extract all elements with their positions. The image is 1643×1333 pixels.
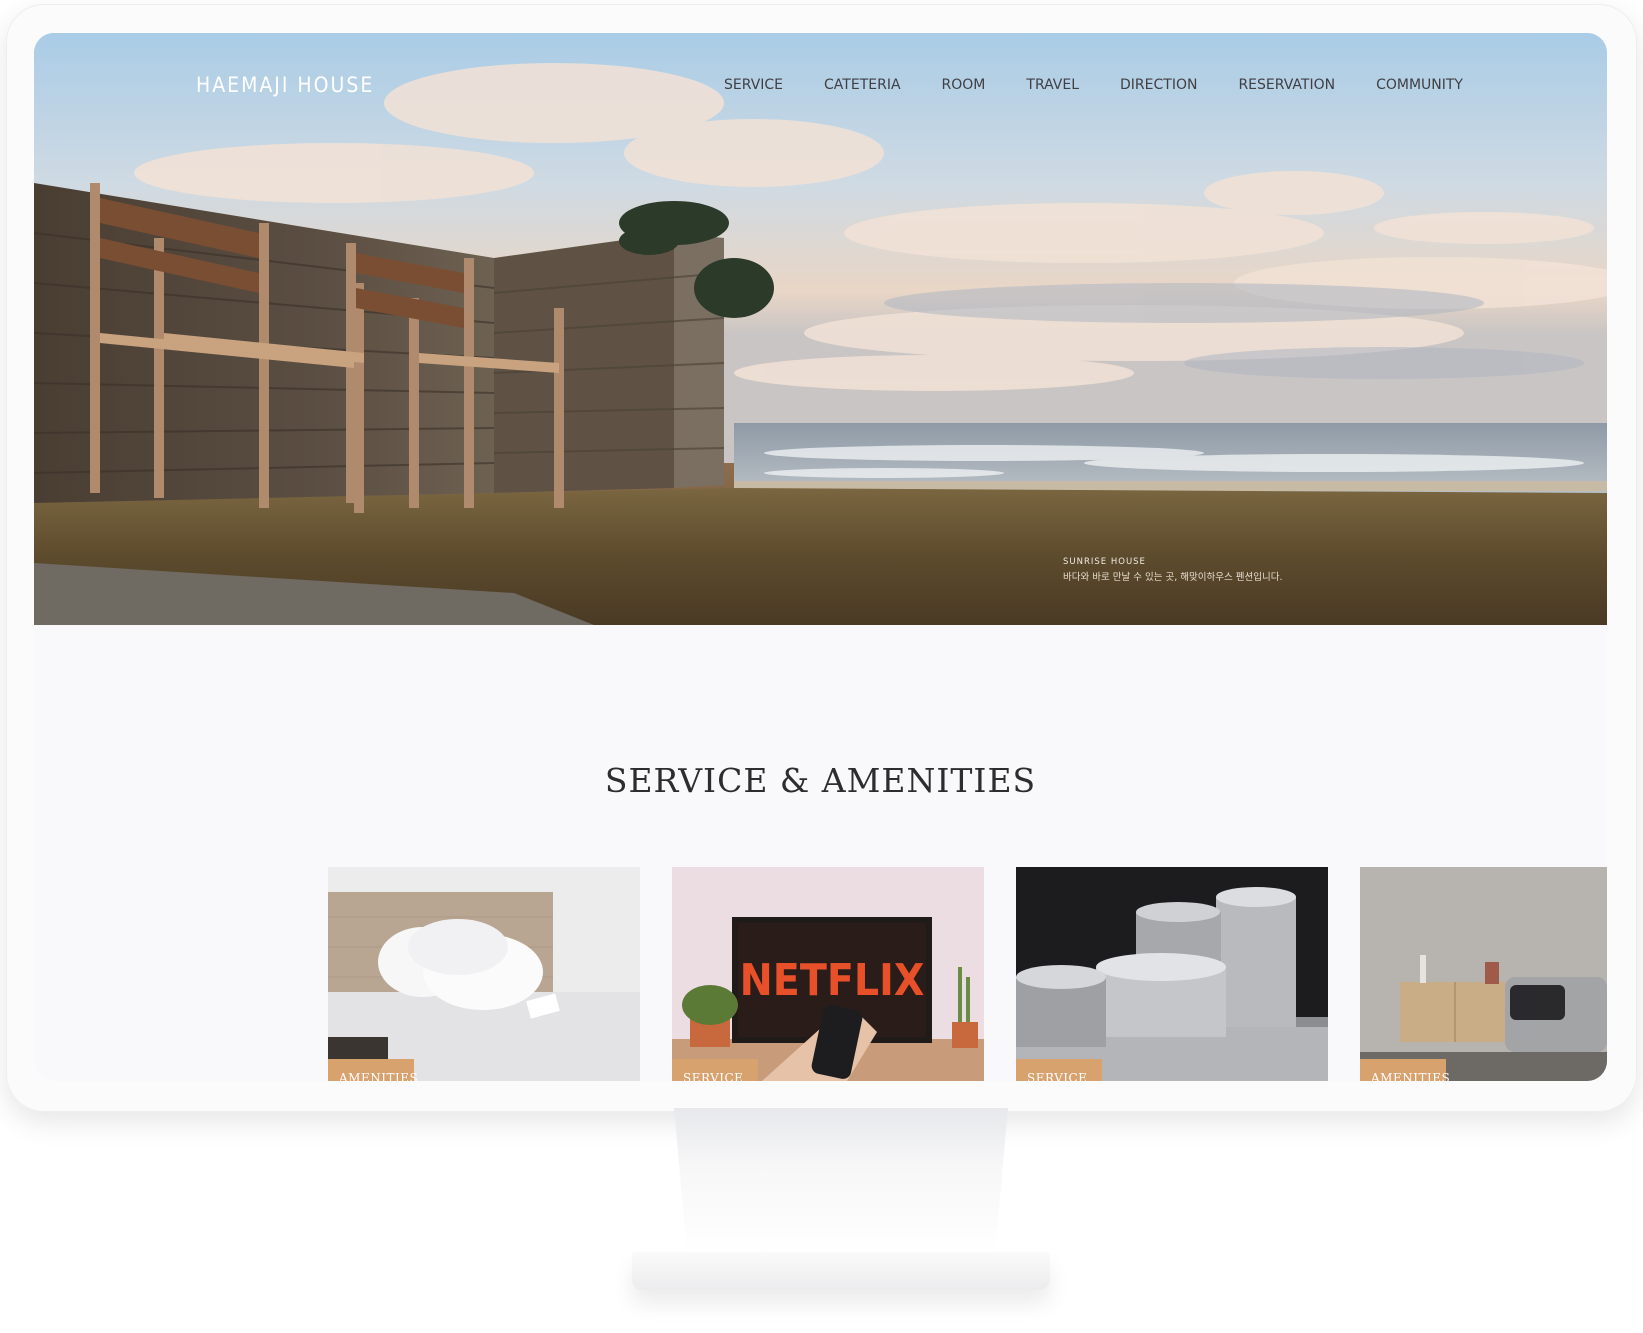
service-card-service-netflix[interactable]: NETFLIX SERVICE (672, 867, 984, 1081)
monitor-base (632, 1252, 1050, 1290)
hero-caption-text: 바다와 바로 만날 수 있는 곳, 해맞이하우스 펜션입니다. (1063, 572, 1283, 583)
service-card-service-cookware[interactable]: SERVICE (1016, 867, 1328, 1081)
living-room-image (1360, 867, 1607, 1081)
monitor-stand (674, 1108, 1008, 1256)
top-navigation: HAEMAJI HOUSE SERVICE CATETERIA ROOM TRA… (34, 33, 1607, 133)
service-card-list: AMENITIES NETFLIX SERVICE SERVICE AMENIT… (328, 867, 1607, 1081)
nav-travel[interactable]: TRAVEL (1026, 77, 1079, 93)
main-menu: SERVICE CATETERIA ROOM TRAVEL DIRECTION … (724, 77, 1504, 93)
hero-caption-title: SUNRISE HOUSE (1063, 557, 1146, 567)
card-tag: AMENITIES (328, 1059, 418, 1081)
nav-community[interactable]: COMMUNITY (1376, 77, 1463, 93)
card-tag: AMENITIES (1360, 1059, 1450, 1081)
bed-image (328, 867, 640, 1081)
netflix-tv-image: NETFLIX (672, 867, 984, 1081)
nav-service[interactable]: SERVICE (724, 77, 783, 93)
site-logo[interactable]: HAEMAJI HOUSE (196, 73, 374, 97)
hero-banner: HAEMAJI HOUSE SERVICE CATETERIA ROOM TRA… (34, 33, 1607, 625)
monitor-screen: HAEMAJI HOUSE SERVICE CATETERIA ROOM TRA… (34, 33, 1607, 1081)
nav-cateteria[interactable]: CATETERIA (824, 77, 901, 93)
service-card-amenities-bed[interactable]: AMENITIES (328, 867, 640, 1081)
nav-direction[interactable]: DIRECTION (1120, 77, 1197, 93)
section-title: SERVICE & AMENITIES (604, 761, 1037, 800)
service-card-amenities-living[interactable]: AMENITIES (1360, 867, 1607, 1081)
card-tag: SERVICE (672, 1059, 758, 1081)
hero-caption: SUNRISE HOUSE 바다와 바로 만날 수 있는 곳, 해맞이하우스 펜… (1063, 557, 1282, 583)
netflix-logo-text: NETFLIX (740, 955, 925, 1006)
nav-reservation[interactable]: RESERVATION (1238, 77, 1335, 93)
nav-room[interactable]: ROOM (942, 77, 986, 93)
cookware-image (1016, 867, 1328, 1081)
card-tag: SERVICE (1016, 1059, 1102, 1081)
